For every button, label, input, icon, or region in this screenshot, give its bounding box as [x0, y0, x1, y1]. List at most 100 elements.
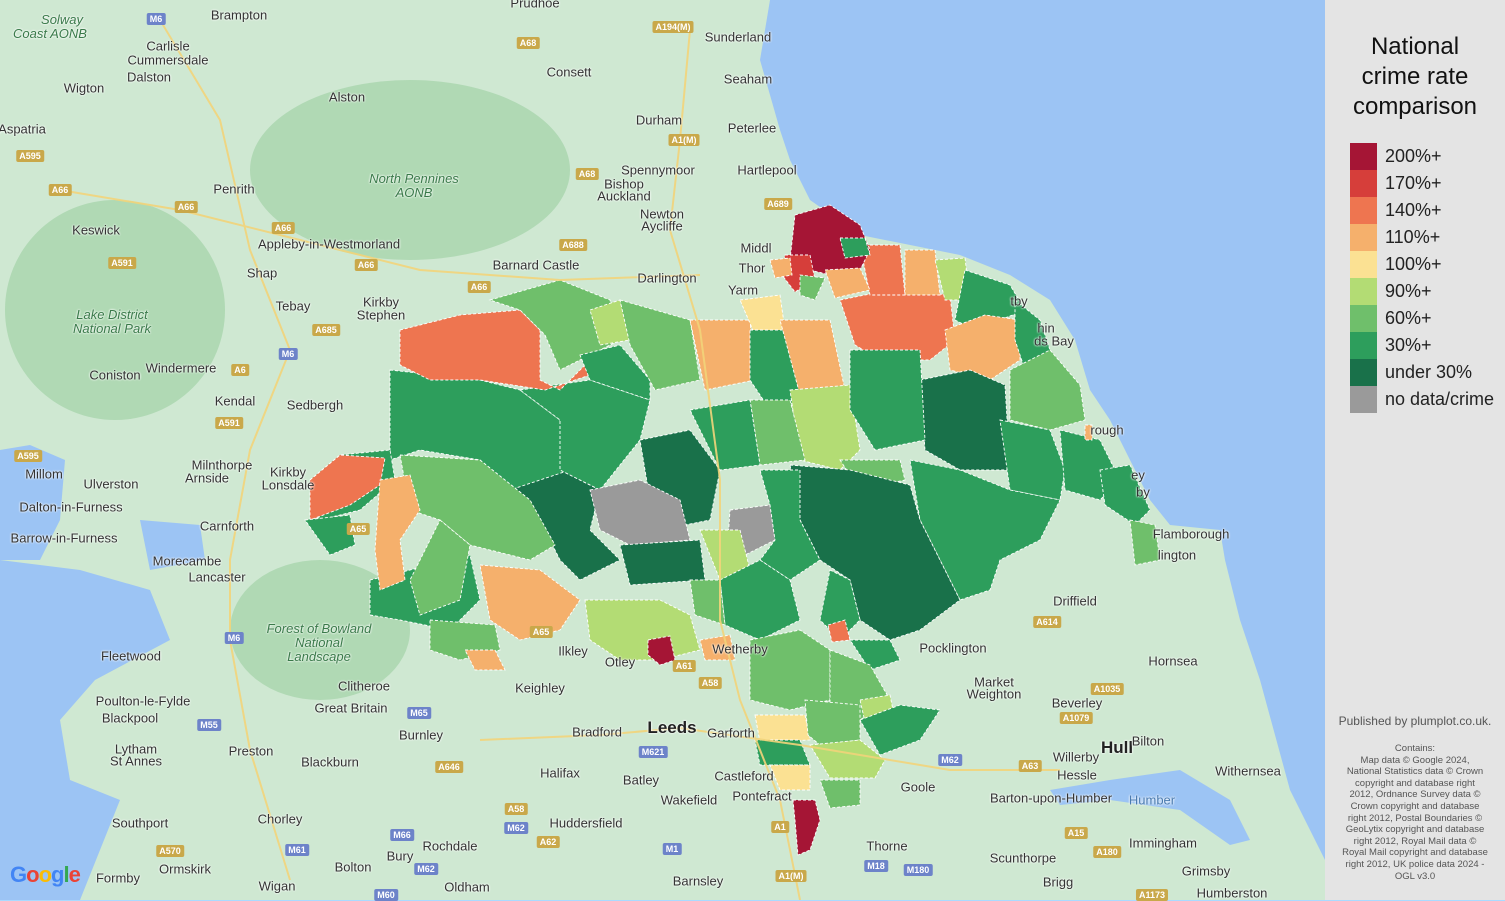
a-road-shield: A66	[49, 184, 72, 196]
a-road-shield: A1079	[1060, 712, 1093, 724]
place-label: Kendal	[215, 394, 255, 409]
attribution-line: Contains:	[1333, 743, 1497, 755]
place-label: Cummersdale	[128, 53, 209, 68]
a-road-shield: A58	[505, 803, 528, 815]
legend-swatch	[1350, 251, 1377, 278]
a-road-shield: A66	[468, 281, 491, 293]
attribution-line: 2012, Ordnance Survey data ©	[1333, 789, 1497, 801]
place-label: Darlington	[637, 271, 696, 286]
a-road-shield: A6	[231, 364, 249, 376]
legend-label: no data/crime	[1385, 389, 1494, 410]
place-label: Prudhoe	[510, 0, 559, 11]
motorway-shield: M65	[407, 707, 431, 719]
a-road-shield: A1035	[1091, 683, 1124, 695]
place-label: Willerby	[1053, 750, 1099, 765]
motorway-shield: M180	[904, 864, 933, 876]
place-label: Aycliffe	[641, 219, 682, 234]
place-label: Ulverston	[84, 477, 139, 492]
place-label: Halifax	[540, 766, 580, 781]
legend-item: 140%+	[1350, 197, 1442, 224]
legend-item: 100%+	[1350, 251, 1442, 278]
legend-label: 200%+	[1385, 146, 1442, 167]
map-canvas	[0, 0, 1325, 900]
legend-swatch	[1350, 305, 1377, 332]
motorway-shield: M60	[374, 889, 398, 901]
legend-label: 170%+	[1385, 173, 1442, 194]
legend-swatch	[1350, 197, 1377, 224]
place-label: Pontefract	[732, 789, 791, 804]
a-road-shield: A1(M)	[776, 870, 807, 882]
legend-title-line: crime rate	[1325, 62, 1505, 92]
place-label: Shap	[247, 266, 277, 281]
a-road-shield: A68	[517, 37, 540, 49]
attribution-line: GeoLytix copyright and database	[1333, 824, 1497, 836]
place-label: Lake District National Park	[57, 308, 167, 336]
motorway-shield: M66	[390, 829, 414, 841]
legend-swatch	[1350, 278, 1377, 305]
place-label: lington	[1158, 548, 1196, 563]
map[interactable]	[0, 0, 1325, 900]
motorway-shield: M55	[197, 719, 221, 731]
google-logo: Google	[10, 862, 80, 888]
motorway-shield: M62	[414, 863, 438, 875]
legend-swatch	[1350, 332, 1377, 359]
legend-swatch	[1350, 359, 1377, 386]
a-road-shield: A15	[1065, 827, 1088, 839]
place-label: Chorley	[258, 812, 303, 827]
motorway-shield: M62	[504, 822, 528, 834]
a-road-shield: A66	[355, 259, 378, 271]
place-label: North Pennines AONB	[359, 172, 469, 200]
place-label: Aspatria	[0, 122, 46, 137]
place-label: Yarm	[728, 283, 758, 298]
a-road-shield: A688	[559, 239, 587, 251]
place-label: tby	[1010, 294, 1027, 309]
place-label: Garforth	[707, 726, 755, 741]
place-label: Poulton-le-Fylde	[96, 694, 191, 709]
a-road-shield: A194(M)	[652, 21, 693, 33]
a-road-shield: A65	[347, 523, 370, 535]
attribution-line: right 2012, Postal Boundaries ©	[1333, 813, 1497, 825]
place-label: Ormskirk	[159, 862, 211, 877]
a-road-shield: A1	[771, 821, 789, 833]
place-label: ey	[1131, 468, 1145, 483]
place-label: Blackburn	[301, 755, 359, 770]
legend-title: National crime rate comparison	[1325, 32, 1505, 122]
place-label: Brampton	[211, 8, 267, 23]
place-label: Consett	[547, 65, 592, 80]
place-label: Alston	[329, 90, 365, 105]
place-label: Penrith	[213, 182, 254, 197]
place-label: ds Bay	[1034, 334, 1074, 349]
motorway-shield: M18	[864, 860, 888, 872]
place-label: Wetherby	[712, 642, 767, 657]
a-road-shield: A65	[530, 626, 553, 638]
place-label: Huddersfield	[550, 816, 623, 831]
attribution-line: right 2012, UK police data 2024 -	[1333, 859, 1497, 871]
place-label: Keighley	[515, 681, 565, 696]
legend-item: 90%+	[1350, 278, 1432, 305]
place-label: Morecambe	[153, 554, 222, 569]
place-label: Fleetwood	[101, 649, 161, 664]
place-label: Goole	[901, 780, 936, 795]
place-label: St Annes	[110, 754, 162, 769]
place-label: Spennymoor	[621, 163, 695, 178]
place-label: Carlisle	[146, 39, 189, 54]
place-label: Wigton	[64, 81, 104, 96]
place-label: Bolton	[335, 860, 372, 875]
place-label: Dalton-in-Furness	[19, 500, 122, 515]
place-label: Preston	[229, 744, 274, 759]
legend-label: 110%+	[1385, 227, 1440, 248]
published-by: Published by plumplot.co.uk.	[1325, 714, 1505, 728]
a-road-shield: A689	[764, 198, 792, 210]
place-label: Thorne	[866, 839, 907, 854]
place-label: Leeds	[647, 718, 696, 738]
legend-item: 60%+	[1350, 305, 1432, 332]
place-label: Clitheroe	[338, 679, 390, 694]
place-label: Hartlepool	[737, 163, 796, 178]
place-label: Barton-upon-Humber	[990, 791, 1112, 806]
attribution-line: Royal Mail copyright and database	[1333, 847, 1497, 859]
legend-swatch	[1350, 386, 1377, 413]
place-label: Flamborough	[1153, 527, 1230, 542]
place-label: Auckland	[597, 189, 650, 204]
attribution: Contains:Map data © Google 2024,National…	[1333, 743, 1497, 882]
place-label: Humberston	[1197, 886, 1268, 901]
